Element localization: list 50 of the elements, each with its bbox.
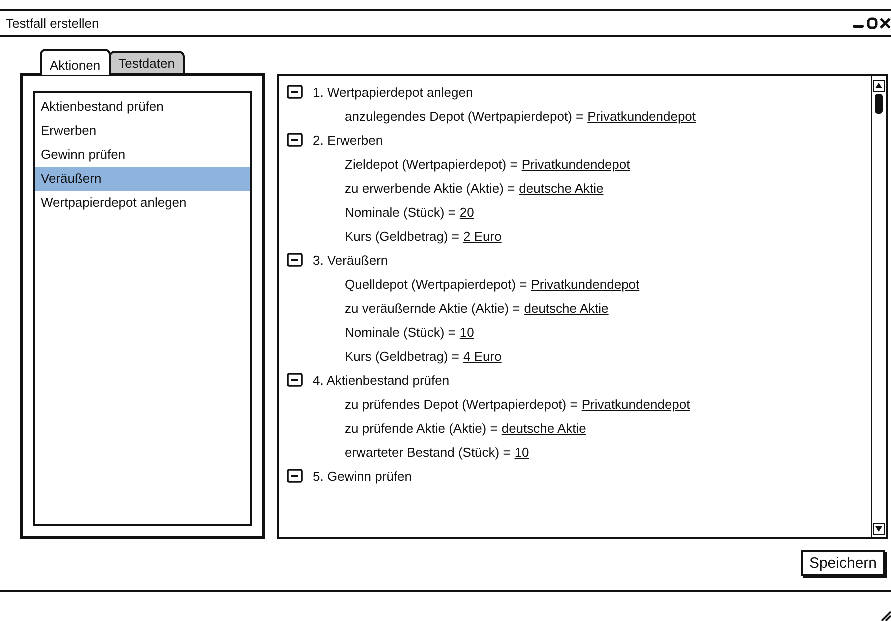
- tree-node-label[interactable]: 4. Aktienbestand prüfen: [313, 372, 450, 388]
- tree-node-label[interactable]: 2. Erwerben: [313, 132, 384, 148]
- list-item[interactable]: Gewinn prüfen: [35, 143, 250, 167]
- close-icon[interactable]: [880, 17, 891, 29]
- parameter-label: Kurs (Geldbetrag) =: [345, 228, 460, 244]
- list-item[interactable]: Veräußern: [35, 167, 250, 191]
- parameter-label: zu erwerbende Aktie (Aktie) =: [345, 180, 516, 196]
- collapse-icon[interactable]: [287, 85, 303, 99]
- value-link[interactable]: Privatkundendepot: [582, 396, 690, 412]
- parameter-label: Kurs (Geldbetrag) =: [345, 348, 460, 364]
- collapse-icon[interactable]: [287, 133, 303, 147]
- value-link[interactable]: 4 Euro: [464, 348, 502, 364]
- parameter-label: anzulegendes Depot (Wertpapierdepot) =: [345, 108, 584, 124]
- scrollbar[interactable]: [871, 76, 886, 537]
- list-item[interactable]: Aktienbestand prüfen: [35, 95, 250, 119]
- list-item[interactable]: Wertpapierdepot anlegen: [35, 191, 250, 215]
- value-link[interactable]: 20: [460, 204, 474, 220]
- save-button[interactable]: Speichern: [801, 550, 885, 576]
- parameter-label: zu veräußernde Aktie (Aktie) =: [345, 300, 520, 316]
- scrollbar-thumb[interactable]: [875, 94, 883, 114]
- value-link[interactable]: 10: [514, 444, 530, 460]
- parameter-label: zu prüfende Aktie (Aktie) =: [345, 420, 498, 436]
- collapse-icon[interactable]: [287, 469, 303, 483]
- collapse-icon[interactable]: [287, 253, 303, 267]
- tree-node-label[interactable]: 5. Gewinn prüfen: [313, 468, 412, 484]
- value-link[interactable]: Privatkundendepot: [588, 108, 696, 124]
- value-link[interactable]: deutsche Aktie: [502, 420, 586, 436]
- parameter-label: Nominale (Stück) =: [345, 204, 456, 220]
- tree-node-label[interactable]: 3. Veräußern: [313, 252, 388, 268]
- value-link[interactable]: Privatkundendepot: [522, 156, 630, 172]
- tab[interactable]: Aktionen: [40, 49, 111, 75]
- parameter-label: zu prüfendes Depot (Wertpapierdepot) =: [345, 396, 578, 412]
- value-link[interactable]: Privatkundendepot: [531, 276, 640, 292]
- parameter-label: erwarteter Bestand (Stück) =: [345, 444, 511, 460]
- scroll-up-icon[interactable]: [873, 80, 885, 92]
- tab[interactable]: Testdaten: [108, 51, 185, 73]
- parameter-label: Zieldepot (Wertpapierdepot) =: [345, 156, 518, 172]
- parameter-label: Nominale (Stück) =: [345, 324, 456, 340]
- value-link[interactable]: deutsche Aktie: [519, 180, 604, 196]
- resize-grip-icon[interactable]: [881, 611, 891, 621]
- collapse-icon[interactable]: [287, 373, 303, 387]
- maximize-icon[interactable]: [867, 17, 878, 29]
- list-item[interactable]: Erwerben: [35, 119, 250, 143]
- value-link[interactable]: deutsche Aktie: [524, 300, 609, 316]
- parameter-label: Quelldepot (Wertpapierdepot) =: [345, 276, 528, 292]
- window-title: Testfall erstellen: [6, 16, 100, 30]
- scroll-down-icon[interactable]: [873, 523, 885, 535]
- value-link[interactable]: 10: [460, 324, 474, 340]
- tree-node-label[interactable]: 1. Wertpapierdepot anlegen: [313, 84, 474, 100]
- value-link[interactable]: 2 Euro: [464, 228, 502, 244]
